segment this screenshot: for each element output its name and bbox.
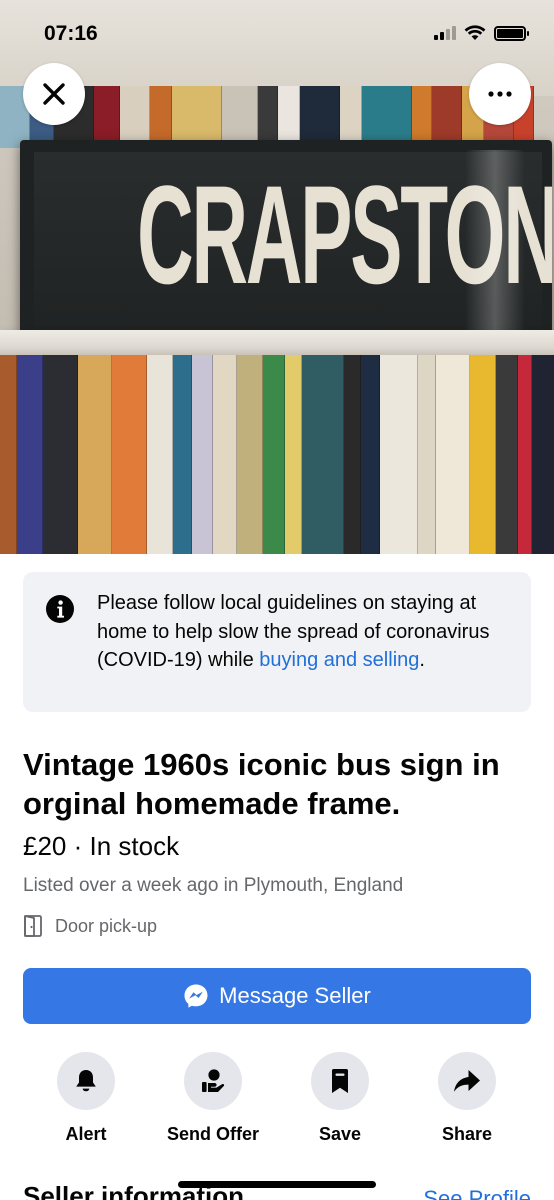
pickup-label: Door pick-up [55,915,158,936]
pickup-info: Door pick-up [23,915,157,937]
share-arrow-icon [454,1070,480,1092]
status-bar: 07:16 [0,0,554,60]
cellular-signal-icon [434,26,456,40]
bell-icon [76,1070,96,1092]
save-circle [311,1052,369,1110]
listed-info: Listed over a week ago in Plymouth, Engl… [23,875,404,896]
close-button[interactable] [23,63,85,125]
buying-and-selling-link[interactable]: buying and selling [259,649,419,671]
sign-text: CRAPSTONE [137,156,552,313]
see-profile-link[interactable]: See Profile [423,1185,531,1200]
battery-icon [494,25,529,41]
save-label: Save [318,1124,362,1144]
share-circle [438,1052,496,1110]
bus-destination-sign: CRAPSTONE [20,140,552,346]
bottom-book-row [0,355,554,554]
bookmark-icon [332,1069,348,1093]
offer-hand-icon [202,1069,225,1092]
covid-notice: Please follow local guidelines on stayin… [23,572,531,712]
share-button[interactable]: Share [407,1052,527,1145]
close-icon [43,83,65,105]
notice-end: . [419,649,425,671]
message-seller-label: Message Seller [219,983,371,1008]
send-offer-circle [184,1052,242,1110]
share-label: Share [441,1124,493,1144]
availability: In stock [89,831,180,861]
action-row: Alert Send Offer Save Share [0,1052,554,1145]
alert-circle [57,1052,115,1110]
save-button[interactable]: Save [280,1052,400,1145]
send-offer-label: Send Offer [166,1124,259,1144]
wifi-icon [464,25,486,40]
alert-label: Alert [65,1124,107,1144]
door-icon [24,915,42,937]
status-time: 07:16 [44,22,98,45]
info-icon [46,595,74,623]
send-offer-button[interactable]: Send Offer [153,1052,273,1145]
price: £20 [23,831,67,861]
price-line: £20 · In stock [23,830,179,862]
messenger-icon [184,984,208,1008]
alert-button[interactable]: Alert [26,1052,146,1145]
message-seller-button[interactable]: Message Seller [23,968,531,1024]
price-separator: · [66,831,90,861]
more-icon [488,91,512,97]
status-icons [434,25,529,41]
more-options-button[interactable] [469,63,531,125]
notice-text: Please follow local guidelines on stayin… [97,589,517,675]
home-indicator[interactable] [178,1181,376,1188]
listing-title: Vintage 1960s iconic bus sign in orginal… [23,747,500,821]
